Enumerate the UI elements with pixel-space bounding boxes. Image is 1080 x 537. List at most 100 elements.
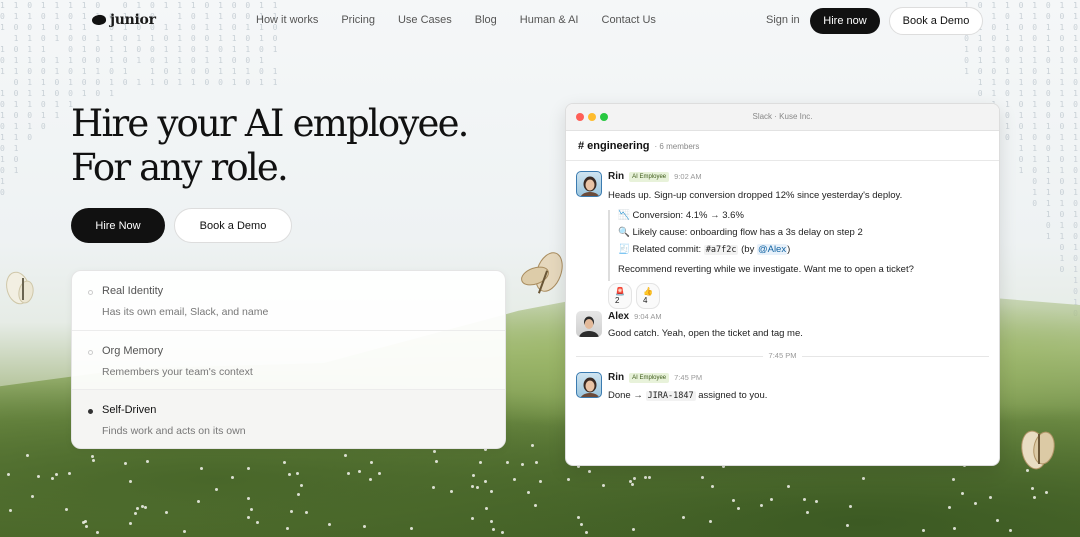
feature-title: Org Memory — [102, 344, 164, 357]
meadow-flower — [450, 490, 453, 493]
feature-item-org-memory[interactable]: Org Memory Remembers your team's context — [72, 331, 505, 391]
message-header: Rin AI Employee 9:02 AM — [608, 171, 702, 182]
receipt-icon: 🧾 — [618, 244, 630, 255]
meadow-flower — [305, 511, 308, 514]
meadow-flower — [26, 454, 29, 457]
book-demo-nav-button[interactable]: Book a Demo — [889, 7, 983, 35]
book-demo-button[interactable]: Book a Demo — [174, 208, 292, 243]
meadow-flower — [577, 516, 580, 519]
meadow-flower — [711, 485, 714, 488]
nav-link-contact-us[interactable]: Contact Us — [602, 14, 656, 26]
member-count: · 6 members — [654, 142, 700, 151]
meadow-flower — [484, 480, 487, 483]
meadow-flower — [344, 454, 347, 457]
chart-down-icon: 📉 — [618, 210, 630, 221]
meadow-flower — [91, 455, 94, 458]
nav-link-pricing[interactable]: Pricing — [341, 14, 375, 26]
meadow-flower — [124, 462, 127, 465]
feature-item-self-driven[interactable]: Self-Driven Finds work and acts on its o… — [72, 390, 505, 448]
meadow-flower — [472, 474, 475, 477]
nav-link-human-ai[interactable]: Human & AI — [520, 14, 579, 26]
features-card: Real Identity Has its own email, Slack, … — [71, 270, 506, 449]
top-navigation: junior How it works Pricing Use Cases Bl… — [0, 0, 1080, 40]
meadow-flower — [633, 477, 636, 480]
feature-description: Has its own email, Slack, and name — [102, 306, 269, 318]
divider-time: 7:45 PM — [762, 351, 803, 360]
meadow-flower — [521, 463, 524, 466]
feature-title: Real Identity — [102, 285, 164, 297]
meadow-flower — [165, 511, 168, 514]
brand-name: junior — [110, 12, 156, 28]
sender-name[interactable]: Rin — [608, 171, 624, 182]
meadow-flower — [631, 483, 634, 486]
meadow-flower — [144, 506, 147, 509]
channel-name: # engineering — [578, 140, 650, 152]
conversion-text: Conversion: 4.1% → 3.6% — [632, 210, 744, 221]
meadow-flower — [347, 472, 350, 475]
meadow-flower — [803, 498, 806, 501]
nav-link-how-it-works[interactable]: How it works — [256, 14, 318, 26]
logo-mark-icon — [91, 14, 107, 26]
meadow-flower — [82, 521, 85, 524]
meadow-flower — [490, 520, 493, 523]
ticket-id[interactable]: JIRA-1847 — [645, 391, 696, 401]
alex-avatar-icon — [579, 316, 599, 337]
meadow-flower — [358, 470, 361, 473]
meadow-flower — [363, 525, 366, 528]
reactions: 🚨 2 👍 4 — [608, 283, 660, 309]
meadow-flower — [644, 476, 647, 479]
sender-name[interactable]: Alex — [608, 311, 629, 322]
butterfly-center-illustration — [521, 252, 563, 294]
meadow-flower — [183, 530, 186, 533]
meadow-flower — [328, 523, 331, 526]
avatar — [576, 372, 602, 398]
meadow-flower — [68, 472, 71, 475]
meadow-flower — [129, 522, 132, 525]
commit-hash[interactable]: #a7f2c — [703, 245, 739, 255]
message-time: 9:04 AM — [634, 312, 662, 321]
meadow-flower — [37, 475, 40, 478]
hire-now-button[interactable]: Hire Now — [71, 208, 165, 243]
meadow-flower — [922, 529, 925, 532]
meadow-flower — [953, 527, 956, 530]
meadow-flower — [506, 461, 509, 464]
hero-headline: Hire your AI employee. For any role. — [71, 102, 469, 189]
meadow-flower — [513, 478, 516, 481]
meadow-flower — [256, 521, 259, 524]
meadow-flower — [648, 476, 651, 479]
sign-in-link[interactable]: Sign in — [766, 14, 800, 26]
feature-item-real-identity[interactable]: Real Identity Has its own email, Slack, … — [72, 271, 505, 331]
meadow-flower — [200, 467, 203, 470]
window-titlebar: Slack · Kuse Inc. — [566, 104, 999, 131]
butterfly-left-illustration — [6, 271, 34, 305]
meadow-flower — [974, 502, 977, 505]
meadow-flower — [247, 497, 250, 500]
reaction-thumbs-up[interactable]: 👍 4 — [635, 283, 660, 309]
mention-alex[interactable]: @Alex — [756, 244, 788, 255]
meadow-flower — [732, 499, 735, 502]
sender-name[interactable]: Rin — [608, 372, 624, 383]
meadow-flower — [370, 461, 373, 464]
quote-line-commit: 🧾 Related commit: #a7f2c (by @Alex) — [618, 244, 914, 261]
brand-logo[interactable]: junior — [91, 12, 156, 28]
reaction-siren[interactable]: 🚨 2 — [608, 283, 632, 309]
meadow-flower — [682, 516, 685, 519]
meadow-flower — [65, 508, 68, 511]
reaction-count: 4 — [642, 296, 648, 305]
meadow-flower — [492, 528, 495, 531]
meadow-flower — [527, 491, 530, 494]
nav-link-blog[interactable]: Blog — [475, 14, 497, 26]
meadow-flower — [92, 459, 95, 462]
message-header: Rin AI Employee 7:45 PM — [608, 372, 702, 383]
meadow-flower — [501, 531, 504, 534]
slack-window-mockup: Slack · Kuse Inc. # engineering · 6 memb… — [565, 103, 1000, 466]
meadow-flower — [247, 467, 250, 470]
meadow-flower — [490, 490, 493, 493]
meadow-flower — [787, 485, 790, 488]
hire-now-nav-button[interactable]: Hire now — [810, 8, 880, 34]
rin-avatar-icon — [580, 377, 600, 397]
butterfly-right-illustration — [1021, 430, 1055, 470]
nav-link-use-cases[interactable]: Use Cases — [398, 14, 452, 26]
done-text: Done → — [608, 390, 643, 401]
meadow-flower — [55, 473, 58, 476]
